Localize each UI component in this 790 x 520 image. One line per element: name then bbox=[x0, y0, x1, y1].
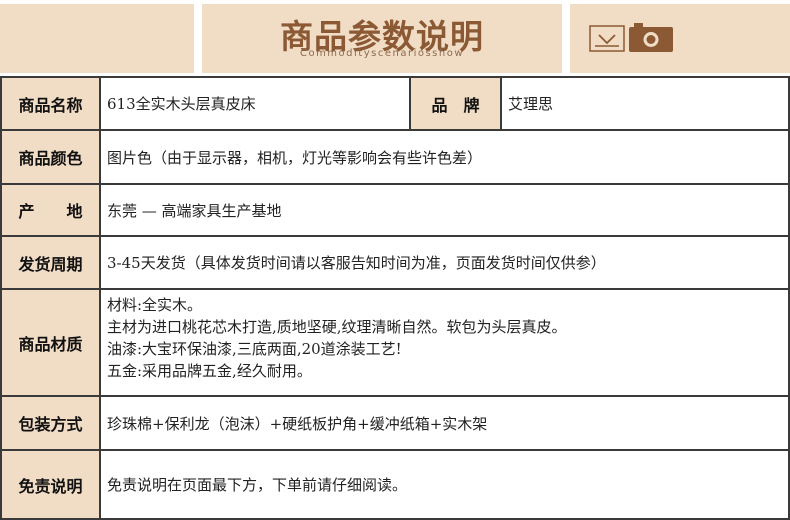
label-brand: 品 牌 bbox=[409, 76, 502, 131]
material-line: 材料:全实木。 bbox=[107, 296, 203, 314]
value-product-name: 613全实木头层真皮床 bbox=[99, 76, 411, 131]
value-disclaimer: 免责说明在页面最下方，下单前请仔细阅读。 bbox=[99, 449, 790, 520]
table-row: 发货周期 3-45天发货（具体发货时间请以客服告知时间为准，页面发货时间仅供参） bbox=[0, 235, 790, 290]
material-line: 主材为进口桃花芯木打造,质地坚硬,纹理清晰自然。软包为头层真皮。 bbox=[107, 318, 567, 336]
header-banner: 商品参数说明 Commodityscenariosshow bbox=[0, 0, 790, 75]
banner-tile-left bbox=[0, 4, 194, 73]
table-row: 商品名称 613全实木头层真皮床 品 牌 艾理思 bbox=[0, 76, 790, 131]
label-disclaimer: 免责说明 bbox=[0, 449, 101, 520]
value-shipping-period: 3-45天发货（具体发货时间请以客服告知时间为准，页面发货时间仅供参） bbox=[99, 235, 790, 290]
label-product-color: 商品颜色 bbox=[0, 129, 101, 185]
label-product-name: 商品名称 bbox=[0, 76, 101, 131]
table-row: 产 地 东莞 — 高端家具生产基地 bbox=[0, 183, 790, 237]
value-origin: 东莞 — 高端家具生产基地 bbox=[99, 183, 790, 237]
table-row: 包装方式 珍珠棉+保利龙（泡沫）+硬纸板护角+缓冲纸箱+实木架 bbox=[0, 395, 790, 451]
envelope-icon bbox=[589, 25, 625, 52]
value-packaging: 珍珠棉+保利龙（泡沫）+硬纸板护角+缓冲纸箱+实木架 bbox=[99, 395, 790, 451]
label-origin: 产 地 bbox=[0, 183, 101, 237]
table-row: 免责说明 免责说明在页面最下方，下单前请仔细阅读。 bbox=[0, 449, 790, 520]
label-packaging: 包装方式 bbox=[0, 395, 101, 451]
value-product-color: 图片色（由于显示器，相机，灯光等影响会有些许色差） bbox=[99, 129, 790, 185]
value-brand: 艾理思 bbox=[500, 76, 790, 131]
table-row: 商品颜色 图片色（由于显示器，相机，灯光等影响会有些许色差） bbox=[0, 129, 790, 185]
camera-icon bbox=[628, 21, 674, 53]
value-material: 材料:全实木。 主材为进口桃花芯木打造,质地坚硬,纹理清晰自然。软包为头层真皮。… bbox=[99, 288, 790, 397]
label-material: 商品材质 bbox=[0, 288, 101, 397]
page-subtitle: Commodityscenariosshow bbox=[299, 48, 465, 59]
product-spec-table: 商品名称 613全实木头层真皮床 品 牌 艾理思 商品颜色 图片色（由于显示器，… bbox=[0, 76, 790, 520]
table-row: 商品材质 材料:全实木。 主材为进口桃花芯木打造,质地坚硬,纹理清晰自然。软包为… bbox=[0, 288, 790, 397]
material-line: 油漆:大宝环保油漆,三底两面,20道涂装工艺! bbox=[107, 340, 402, 358]
label-shipping-period: 发货周期 bbox=[0, 235, 101, 290]
material-line: 五金:采用品牌五金,经久耐用。 bbox=[107, 362, 312, 380]
